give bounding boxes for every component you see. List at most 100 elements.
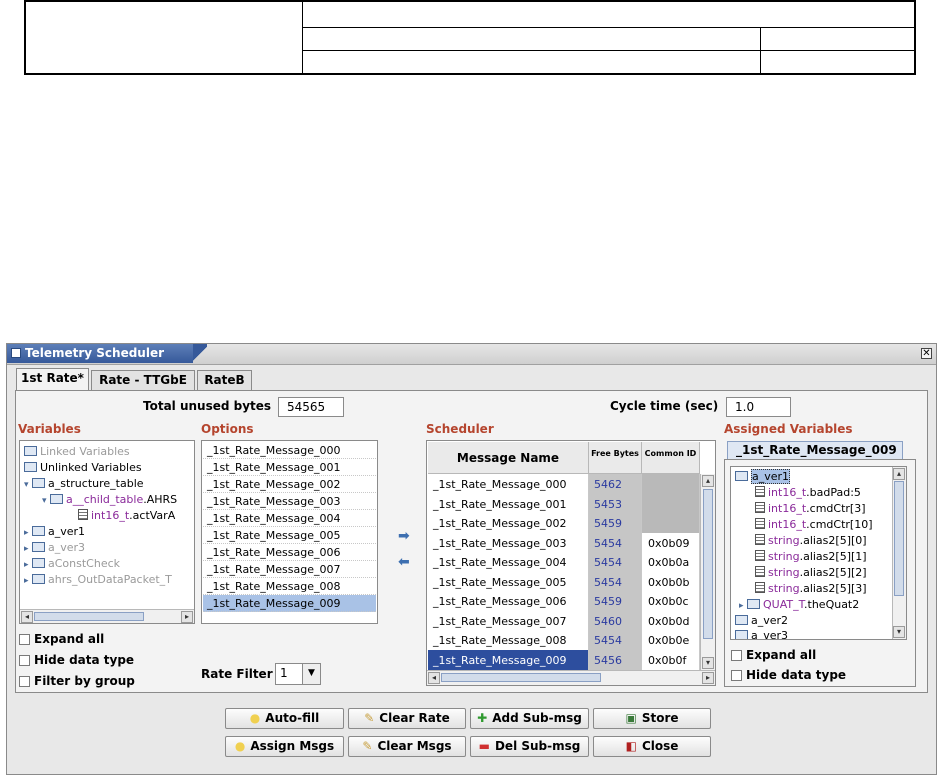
message-name-cell[interactable]: _1st_Rate_Message_008 — [428, 630, 589, 651]
scroll-left-icon[interactable]: ◂ — [21, 611, 33, 623]
unassign-arrow-icon[interactable]: ⬅ — [398, 554, 410, 570]
filter-by-group-checkbox[interactable] — [19, 676, 30, 687]
message-name-cell[interactable]: _1st_Rate_Message_002 — [428, 513, 589, 534]
option-item[interactable]: _1st_Rate_Message_009 — [203, 595, 376, 612]
tree-item[interactable]: ▸ aConstCheck — [24, 556, 120, 572]
table-row[interactable]: _1st_Rate_Message_009 5456 0x0b0f — [428, 649, 700, 671]
tree-item[interactable]: int16_t.badPad:5 — [755, 485, 861, 501]
message-name-cell[interactable]: _1st_Rate_Message_000 — [428, 474, 589, 495]
tree-item[interactable]: a_ver1 — [735, 469, 791, 485]
column-header-message-name[interactable]: Message Name — [428, 442, 589, 474]
message-name-cell[interactable]: _1st_Rate_Message_003 — [428, 532, 589, 554]
table-row[interactable]: _1st_Rate_Message_002 5459 — [428, 513, 700, 534]
store-button[interactable]: ▣ Store — [593, 708, 711, 729]
tab-rate-ttgbe[interactable]: Rate - TTGbE — [91, 370, 195, 390]
add-sub-msg-button[interactable]: ✚ Add Sub-msg — [470, 708, 589, 729]
collapse-icon[interactable]: ▸ — [24, 557, 32, 573]
tree-item[interactable]: string.alias2[5][3] — [755, 581, 867, 597]
close-window-button[interactable]: ✕ — [921, 348, 932, 359]
assigned-variables-tree[interactable]: a_ver1 int16_t.badPad:5 int16_t.cmdCtr[3… — [730, 466, 907, 640]
option-item[interactable]: _1st_Rate_Message_008 — [203, 578, 376, 595]
scheduler-vscroll[interactable]: ▴ ▾ — [700, 474, 715, 670]
tree-item[interactable]: int16_t.cmdCtr[3] — [755, 501, 866, 517]
collapse-icon[interactable]: ▸ — [24, 525, 32, 541]
dropdown-arrow-icon[interactable]: ▼ — [302, 664, 320, 684]
tree-item[interactable]: ▸ ahrs_OutDataPacket_T — [24, 572, 172, 588]
tree-item[interactable]: ▾ a_structure_table — [24, 476, 144, 492]
assigned-hide-data-type-checkbox[interactable] — [731, 670, 742, 681]
tree-item[interactable]: string.alias2[5][0] — [755, 533, 867, 549]
tree-item[interactable]: int16_t.actVarA — [78, 508, 175, 524]
options-list[interactable]: _1st_Rate_Message_000 _1st_Rate_Message_0… — [201, 440, 378, 624]
option-item[interactable]: _1st_Rate_Message_005 — [203, 527, 376, 544]
table-row[interactable]: _1st_Rate_Message_006 5459 0x0b0c — [428, 591, 700, 612]
option-item[interactable]: _1st_Rate_Message_006 — [203, 544, 376, 561]
del-sub-msg-button[interactable]: ▬ Del Sub-msg — [470, 736, 589, 757]
clear-rate-button[interactable]: ✎ Clear Rate — [348, 708, 466, 729]
message-name-cell[interactable]: _1st_Rate_Message_005 — [428, 571, 589, 593]
table-row[interactable]: _1st_Rate_Message_000 5462 — [428, 474, 700, 495]
option-item[interactable]: _1st_Rate_Message_007 — [203, 561, 376, 578]
table-row[interactable]: _1st_Rate_Message_005 5454 0x0b0b — [428, 571, 700, 593]
clear-msgs-button[interactable]: ✎ Clear Msgs — [348, 736, 466, 757]
table-row[interactable]: _1st_Rate_Message_008 5454 0x0b0e — [428, 630, 700, 651]
assigned-vscroll[interactable]: ▴ ▾ — [892, 467, 906, 639]
tree-item[interactable]: Linked Variables — [24, 444, 130, 460]
assigned-expand-all-checkbox[interactable] — [731, 650, 742, 661]
close-button[interactable]: ◧ Close — [593, 736, 711, 757]
column-header-free-bytes[interactable]: Free Bytes — [589, 442, 642, 474]
tree-item[interactable]: string.alias2[5][1] — [755, 549, 867, 565]
tree-item[interactable]: a_ver2 — [735, 613, 788, 629]
scroll-right-icon[interactable]: ▸ — [181, 611, 193, 623]
tree-item[interactable]: ▾ a__child_table.AHRS — [42, 492, 177, 508]
scroll-left-icon[interactable]: ◂ — [428, 672, 440, 684]
option-item[interactable]: _1st_Rate_Message_003 — [203, 493, 376, 510]
tab-1st-rate[interactable]: 1st Rate* — [16, 368, 89, 390]
option-item[interactable]: _1st_Rate_Message_002 — [203, 476, 376, 493]
scroll-thumb[interactable] — [34, 612, 144, 621]
collapse-icon[interactable]: ▸ — [24, 573, 32, 589]
tab-rateb[interactable]: RateB — [197, 370, 252, 390]
variables-tree[interactable]: Linked Variables Unlinked Variables ▾ a_s… — [19, 440, 195, 624]
auto-fill-button[interactable]: ● Auto-fill — [225, 708, 344, 729]
assigned-message-tab[interactable]: _1st_Rate_Message_009 — [727, 441, 903, 459]
scroll-right-icon[interactable]: ▸ — [702, 672, 714, 684]
column-header-common-id[interactable]: Common ID — [642, 442, 700, 474]
scheduler-table[interactable]: Message Name Free Bytes Common ID _1st_R… — [426, 440, 716, 686]
scroll-up-icon[interactable]: ▴ — [893, 468, 905, 480]
total-unused-field[interactable]: 54565 — [278, 397, 344, 417]
hide-data-type-checkbox[interactable] — [19, 655, 30, 666]
tree-item[interactable]: int16_t.cmdCtr[10] — [755, 517, 873, 533]
scroll-thumb[interactable] — [441, 673, 601, 682]
table-row[interactable]: _1st_Rate_Message_007 5460 0x0b0d — [428, 610, 700, 632]
assign-msgs-button[interactable]: ● Assign Msgs — [225, 736, 344, 757]
scheduler-hscroll[interactable]: ◂ ▸ — [427, 670, 715, 685]
cycle-time-field[interactable]: 1.0 — [726, 397, 791, 417]
expand-icon[interactable]: ▾ — [42, 493, 50, 509]
scroll-up-icon[interactable]: ▴ — [702, 475, 714, 487]
assign-arrow-icon[interactable]: ➡ — [398, 528, 410, 544]
scroll-thumb[interactable] — [894, 481, 904, 596]
option-item[interactable]: _1st_Rate_Message_004 — [203, 510, 376, 527]
tree-item[interactable]: string.alias2[5][2] — [755, 565, 867, 581]
message-name-cell[interactable]: _1st_Rate_Message_001 — [428, 493, 589, 515]
option-item[interactable]: _1st_Rate_Message_000 — [203, 442, 376, 459]
table-row[interactable]: _1st_Rate_Message_003 5454 0x0b09 — [428, 532, 700, 554]
tree-item[interactable]: ▸ a_ver3 — [24, 540, 85, 556]
table-row[interactable]: _1st_Rate_Message_004 5454 0x0b0a — [428, 552, 700, 573]
collapse-icon[interactable]: ▸ — [739, 598, 747, 614]
rate-filter-select[interactable]: 1 ▼ — [275, 663, 321, 685]
option-item[interactable]: _1st_Rate_Message_001 — [203, 459, 376, 476]
expand-icon[interactable]: ▾ — [24, 477, 32, 493]
tree-item[interactable]: ▸ QUAT_T.theQuat2 — [739, 597, 859, 613]
table-row[interactable]: _1st_Rate_Message_001 5453 — [428, 493, 700, 515]
scroll-thumb[interactable] — [703, 489, 713, 639]
tree-item[interactable]: Unlinked Variables — [24, 460, 142, 476]
tree-item[interactable]: a_ver3 — [735, 628, 788, 639]
scroll-down-icon[interactable]: ▾ — [702, 657, 714, 669]
message-name-cell[interactable]: _1st_Rate_Message_009 — [428, 649, 589, 671]
scroll-down-icon[interactable]: ▾ — [893, 626, 905, 638]
message-name-cell[interactable]: _1st_Rate_Message_006 — [428, 591, 589, 612]
message-name-cell[interactable]: _1st_Rate_Message_004 — [428, 552, 589, 573]
collapse-icon[interactable]: ▸ — [24, 541, 32, 557]
